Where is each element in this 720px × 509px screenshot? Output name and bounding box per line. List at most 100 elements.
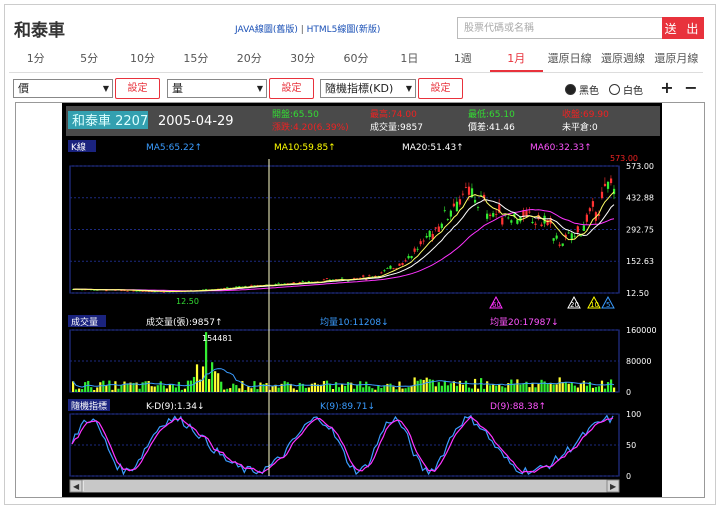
volume-bar xyxy=(516,379,519,392)
candle-body xyxy=(489,214,492,217)
radio-black-theme[interactable]: 黑色 xyxy=(565,82,599,97)
main-indicator-set-button[interactable]: 設定 xyxy=(115,78,160,99)
volume-bar xyxy=(177,381,180,392)
candle-body xyxy=(322,279,326,281)
axis-tick-label: 80000 xyxy=(626,357,651,366)
volume-bar xyxy=(576,387,579,392)
volume-bar xyxy=(534,387,537,392)
stock-chart[interactable]: 和泰車 2207 2005-04-29 開盤:65.50 漲跌:4.20(6.3… xyxy=(16,103,704,497)
period-tab[interactable]: 15分 xyxy=(169,47,222,72)
candle-body xyxy=(449,210,452,217)
candle-body xyxy=(419,241,422,245)
period-tab[interactable]: 1日 xyxy=(383,47,436,72)
period-tab[interactable]: 60分 xyxy=(329,47,382,72)
volume-bar xyxy=(449,383,452,392)
period-tab[interactable]: 10分 xyxy=(116,47,169,72)
volume-bar xyxy=(150,386,153,392)
kd-diff-label: K-D(9):1.34↓ xyxy=(146,402,205,412)
volume-bar xyxy=(259,382,262,392)
candle-body xyxy=(555,235,558,239)
java-chart-link[interactable]: JAVA線圖(舊版) xyxy=(235,25,298,35)
period-tab[interactable]: 1分 xyxy=(9,47,62,72)
sub1-indicator-set-button[interactable]: 設定 xyxy=(269,78,314,99)
period-tab[interactable]: 1月 xyxy=(489,47,543,72)
volume-bar xyxy=(277,387,280,392)
volume-bar xyxy=(374,389,377,392)
period-tab[interactable]: 還原日線 xyxy=(543,47,596,72)
volume-bar xyxy=(383,386,386,392)
volume-bar xyxy=(102,380,105,392)
ma5-label: MA5:65.22↑ xyxy=(146,143,202,153)
period-tab[interactable]: 還原週線 xyxy=(596,47,649,72)
volume-bar xyxy=(189,380,193,392)
period-tab[interactable]: 1週 xyxy=(436,47,489,72)
candle-body xyxy=(401,263,404,265)
candle-body xyxy=(380,272,383,274)
sub2-indicator-value: 隨機指標(KD) xyxy=(325,82,394,95)
volume-bar xyxy=(582,380,585,392)
search-input[interactable] xyxy=(457,17,662,39)
candle-body xyxy=(528,211,531,213)
volume-panel-title: 成交量 xyxy=(71,316,98,328)
volume-bar xyxy=(428,379,431,392)
period-tab[interactable]: 20分 xyxy=(223,47,276,72)
volume-bar xyxy=(461,384,465,392)
candle-body xyxy=(238,286,241,287)
info-high: 最高:74.00 xyxy=(370,108,417,120)
volume-bar xyxy=(552,384,555,392)
volume-bar xyxy=(78,388,81,392)
sub2-indicator-set-button[interactable]: 設定 xyxy=(418,78,463,99)
volume-bar xyxy=(392,386,395,392)
volume-bar xyxy=(594,387,598,392)
candle-body xyxy=(552,238,555,241)
radio-white-theme[interactable]: 白色 xyxy=(609,82,643,97)
volume-bar xyxy=(220,381,223,392)
scroll-thumb[interactable] xyxy=(84,481,607,491)
zoom-out-button[interactable]: − xyxy=(681,79,701,99)
volume-bar xyxy=(483,388,486,392)
candle-body xyxy=(486,213,489,219)
volume-bar xyxy=(123,381,126,392)
period-tab[interactable]: 30分 xyxy=(276,47,329,72)
candle-body xyxy=(132,290,135,292)
price-max-label: 573.00 xyxy=(610,154,638,163)
candle-body xyxy=(501,217,504,225)
candle-body xyxy=(588,208,592,212)
info-low: 最低:65.10 xyxy=(468,108,515,120)
candle-body xyxy=(292,282,295,283)
candle-body xyxy=(591,201,595,207)
candle-body xyxy=(250,284,253,286)
volume-bar xyxy=(126,383,129,392)
period-tab[interactable]: 還原月線 xyxy=(650,47,703,72)
volume-bar xyxy=(93,389,96,392)
dropdown-arrow-icon: ▼ xyxy=(405,84,412,93)
zoom-in-button[interactable]: + xyxy=(657,79,677,99)
main-indicator-select[interactable]: 價 ▼ xyxy=(13,79,113,98)
html5-chart-link[interactable]: HTML5線圖(新版) xyxy=(307,25,381,35)
candle-body xyxy=(383,270,386,272)
volume-bar xyxy=(359,381,362,392)
chart-panel: 和泰車 2207 2005-04-29 開盤:65.50 漲跌:4.20(6.3… xyxy=(15,102,705,498)
volume-bar xyxy=(223,389,226,392)
volume-bar xyxy=(328,383,332,392)
candle-body xyxy=(162,291,165,293)
volume-bar xyxy=(422,379,425,392)
period-tab[interactable]: 5分 xyxy=(62,47,115,72)
axis-tick-label: 0 xyxy=(626,472,631,481)
volume-bar xyxy=(522,383,525,392)
candle-body xyxy=(126,290,129,292)
volume-bar xyxy=(440,385,443,392)
sub2-indicator-select[interactable]: 隨機指標(KD) ▼ xyxy=(320,79,416,98)
volume-bar xyxy=(467,387,471,392)
axis-tick-label: 573.00 xyxy=(626,162,654,171)
volume-bar xyxy=(195,364,199,392)
candle-body xyxy=(404,260,407,262)
volume-bar xyxy=(156,385,159,392)
volume-bar xyxy=(492,384,495,392)
volume-bar xyxy=(159,381,162,392)
sub1-indicator-select[interactable]: 量 ▼ xyxy=(167,79,267,98)
volume-bar xyxy=(322,381,326,392)
submit-button[interactable]: 送 出 xyxy=(662,17,704,39)
candle-body xyxy=(413,248,416,252)
volume-bar xyxy=(380,388,383,392)
